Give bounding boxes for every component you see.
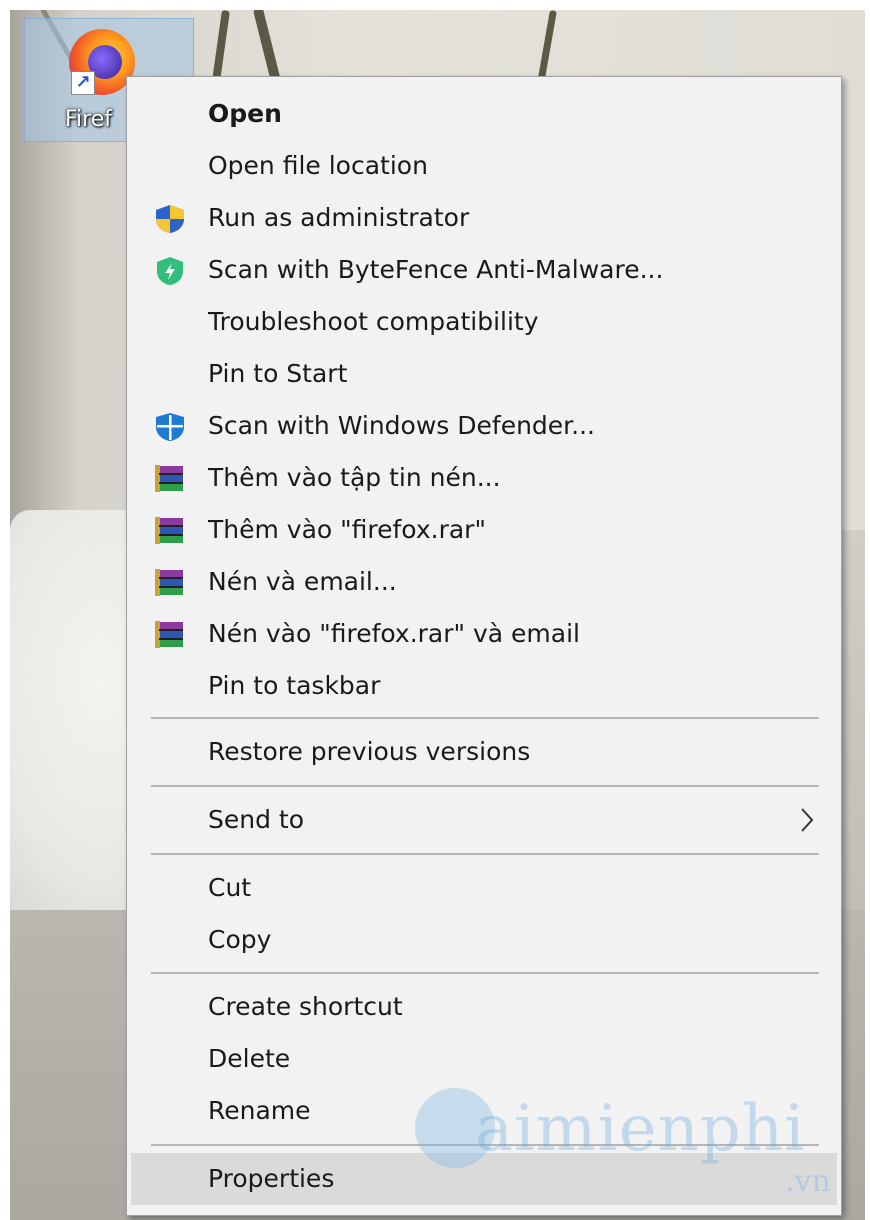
menu-item-label: Properties — [208, 1164, 335, 1193]
menu-item-rename[interactable]: Rename — [127, 1085, 841, 1137]
uac-shield-icon — [153, 204, 187, 234]
menu-item-label: Nén vào "firefox.rar" và email — [208, 619, 580, 648]
menu-item-winrar-add-firefox-rar[interactable]: Thêm vào "firefox.rar" — [127, 504, 841, 556]
menu-item-pin-to-start[interactable]: Pin to Start — [127, 348, 841, 400]
context-menu: Open Open file location Run as administr… — [126, 76, 842, 1216]
menu-item-create-shortcut[interactable]: Create shortcut — [127, 981, 841, 1033]
menu-separator — [151, 972, 819, 974]
menu-item-label: Open — [208, 99, 282, 128]
windows-defender-icon — [153, 412, 187, 442]
menu-item-label: Scan with Windows Defender... — [208, 411, 595, 440]
menu-item-label: Thêm vào "firefox.rar" — [208, 515, 486, 544]
menu-item-winrar-compress-email[interactable]: Nén và email... — [127, 556, 841, 608]
menu-item-winrar-add-archive[interactable]: Thêm vào tập tin nén... — [127, 452, 841, 504]
winrar-icon — [153, 516, 187, 546]
menu-item-restore-previous-versions[interactable]: Restore previous versions — [127, 726, 841, 778]
menu-item-troubleshoot-compatibility[interactable]: Troubleshoot compatibility — [127, 296, 841, 348]
menu-item-label: Pin to taskbar — [208, 671, 381, 700]
desktop-icon-label: Firef — [65, 107, 113, 132]
shortcut-arrow-icon: ↗ — [71, 71, 95, 95]
menu-item-label: Thêm vào tập tin nén... — [208, 463, 501, 492]
menu-item-scan-bytefence[interactable]: Scan with ByteFence Anti-Malware... — [127, 244, 841, 296]
menu-item-label: Nén và email... — [208, 567, 397, 596]
menu-item-run-as-administrator[interactable]: Run as administrator — [127, 192, 841, 244]
winrar-icon — [153, 464, 187, 494]
menu-item-label: Restore previous versions — [208, 737, 531, 766]
menu-item-label: Rename — [208, 1096, 311, 1125]
menu-item-label: Scan with ByteFence Anti-Malware... — [208, 255, 664, 284]
menu-item-properties[interactable]: Properties — [131, 1153, 837, 1205]
menu-item-label: Copy — [208, 925, 272, 954]
menu-item-label: Open file location — [208, 151, 428, 180]
menu-item-label: Create shortcut — [208, 992, 403, 1021]
menu-item-cut[interactable]: Cut — [127, 862, 841, 914]
menu-separator — [151, 785, 819, 787]
winrar-icon — [153, 620, 187, 650]
menu-separator — [151, 1144, 819, 1146]
menu-separator — [151, 853, 819, 855]
menu-item-label: Troubleshoot compatibility — [208, 307, 539, 336]
menu-separator — [151, 717, 819, 719]
bytefence-shield-icon — [153, 256, 187, 286]
menu-item-label: Cut — [208, 873, 252, 902]
menu-item-open[interactable]: Open — [127, 88, 841, 140]
menu-item-winrar-compress-firefox-rar-email[interactable]: Nén vào "firefox.rar" và email — [127, 608, 841, 660]
chevron-right-icon — [799, 794, 815, 846]
menu-item-label: Run as administrator — [208, 203, 470, 232]
menu-item-label: Delete — [208, 1044, 291, 1073]
menu-item-delete[interactable]: Delete — [127, 1033, 841, 1085]
menu-item-scan-windows-defender[interactable]: Scan with Windows Defender... — [127, 400, 841, 452]
menu-item-label: Send to — [208, 805, 305, 834]
winrar-icon — [153, 568, 187, 598]
menu-item-label: Pin to Start — [208, 359, 348, 388]
menu-item-pin-to-taskbar[interactable]: Pin to taskbar — [127, 660, 841, 712]
menu-item-open-file-location[interactable]: Open file location — [127, 140, 841, 192]
menu-item-send-to[interactable]: Send to — [127, 794, 841, 846]
menu-item-copy[interactable]: Copy — [127, 914, 841, 966]
